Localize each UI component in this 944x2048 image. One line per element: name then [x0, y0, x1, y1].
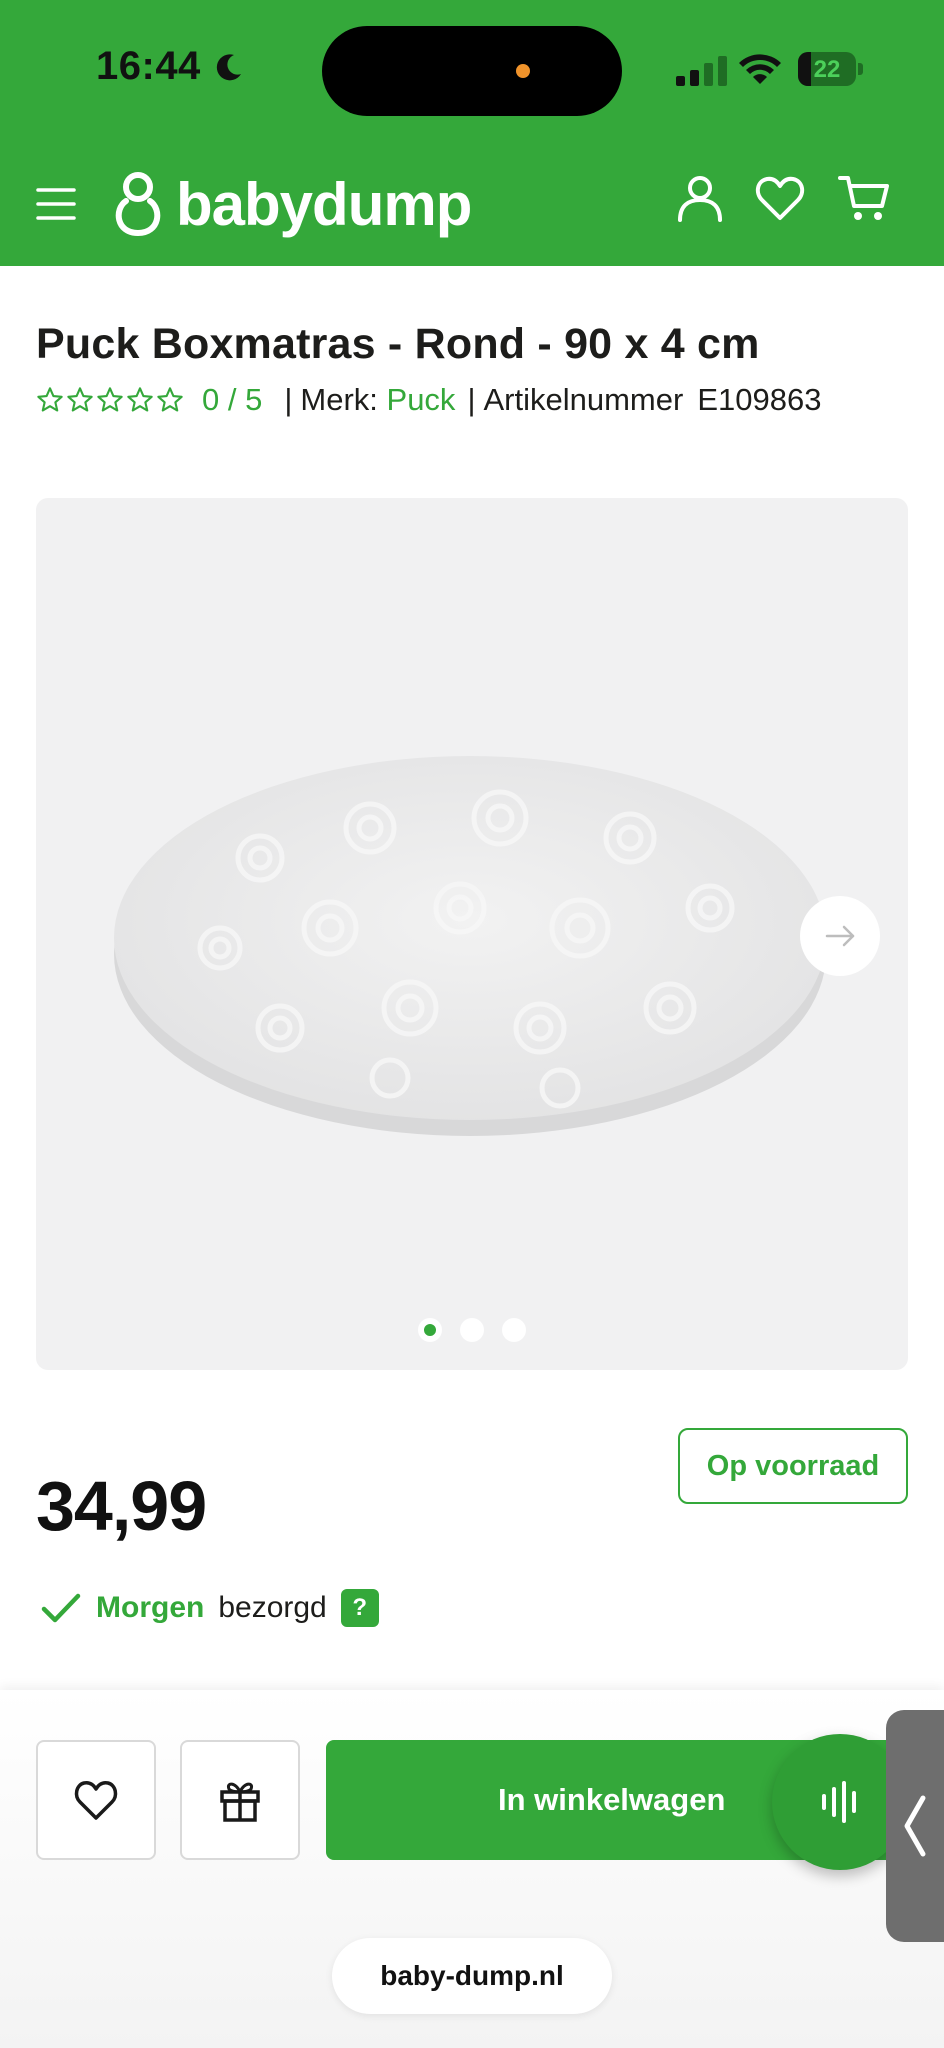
heart-icon [74, 1781, 118, 1820]
rating-value: 0 / 5 [202, 382, 263, 417]
star-icon [37, 387, 63, 412]
product-price: 34,99 [36, 1467, 207, 1545]
sku-value: E109863 [697, 382, 822, 417]
signal-icon [676, 56, 727, 86]
delivery-info: Morgen bezorgd ? [40, 1586, 379, 1630]
moon-icon [216, 54, 241, 81]
brand-label: Merk: [300, 382, 378, 417]
recording-indicator [516, 64, 530, 78]
gift-button[interactable] [180, 1740, 300, 1860]
gallery-dot[interactable] [460, 1318, 484, 1342]
gallery-pagination [36, 1318, 908, 1342]
wifi-icon [739, 54, 781, 84]
star-icon [67, 387, 93, 412]
delivery-help-button[interactable]: ? [340, 1589, 379, 1627]
delivery-day: Morgen [96, 1591, 205, 1624]
browser-url-bar[interactable]: baby-dump.nl [332, 1938, 612, 2014]
battery-icon: 22 [798, 52, 864, 86]
battery-percentage: 22 [813, 56, 841, 83]
menu-icon[interactable] [36, 184, 76, 224]
bottom-action-bar: In winkelwagen baby-dump.nl [0, 1690, 944, 2048]
rating-stars[interactable] [36, 386, 184, 414]
meta-separator: | [467, 382, 476, 417]
dynamic-island [322, 26, 622, 116]
audio-wave-icon [822, 1781, 856, 1823]
sku-label: Artikelnummer [483, 382, 684, 417]
chevron-left-icon [904, 1795, 926, 1857]
product-title: Puck Boxmatras - Rond - 90 x 4 cm [36, 320, 760, 368]
status-time: 16:44 [96, 44, 201, 88]
checkmark-icon [41, 1593, 81, 1623]
gallery-next-button[interactable] [800, 896, 880, 976]
side-panel-handle[interactable] [886, 1710, 944, 1942]
gift-icon [220, 1782, 260, 1822]
product-gallery[interactable] [36, 498, 908, 1370]
brand-link[interactable]: Puck [387, 382, 456, 418]
star-icon [97, 387, 123, 412]
add-to-cart-label: In winkelwagen [498, 1782, 726, 1817]
star-icon [157, 387, 183, 412]
stock-status-badge: Op voorraad [678, 1428, 908, 1504]
add-to-wishlist-button[interactable] [36, 1740, 156, 1860]
product-meta: 0 / 5 | Merk: Puck | Artikelnummer E1098… [36, 380, 821, 420]
cart-icon[interactable] [838, 172, 890, 224]
account-icon[interactable] [674, 172, 726, 224]
app-header: 16:44 22 babydump [0, 0, 944, 266]
logo-text: babydump [176, 170, 472, 238]
logo[interactable]: babydump [112, 164, 472, 244]
product-image [114, 756, 826, 1136]
logo-mark-icon [115, 172, 161, 237]
gallery-dot[interactable] [502, 1318, 526, 1342]
meta-separator: | [284, 382, 293, 417]
wishlist-icon[interactable] [754, 172, 806, 224]
delivery-text: bezorgd [218, 1591, 327, 1624]
arrow-right-icon [825, 925, 855, 947]
gallery-dot[interactable] [418, 1318, 442, 1342]
star-icon [127, 387, 153, 412]
